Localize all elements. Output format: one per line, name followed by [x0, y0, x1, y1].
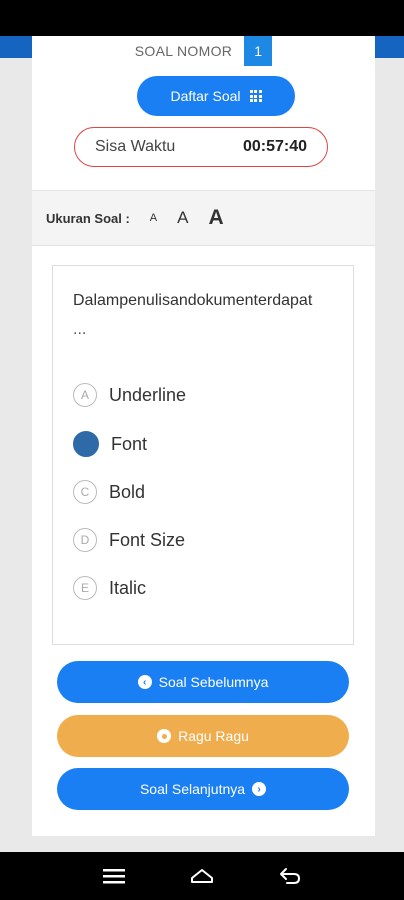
question-box: Dalampenulisandokumenterdapat ... A Unde… — [52, 265, 354, 645]
exam-card: SOAL NOMOR 1 Daftar Soal Sisa Waktu 00:5… — [32, 36, 375, 836]
next-question-label: Soal Selanjutnya — [139, 781, 246, 797]
back-icon[interactable] — [272, 861, 308, 891]
option-d[interactable]: D Font Size — [73, 528, 185, 552]
next-question-button[interactable]: Soal Selanjutnya › — [57, 768, 349, 810]
question-list-label: Daftar Soal — [170, 88, 241, 104]
android-nav-bar — [0, 852, 404, 900]
option-c-text: Bold — [109, 481, 146, 502]
option-d-text: Font Size — [109, 529, 186, 550]
font-size-large-button[interactable]: A — [198, 206, 233, 230]
radio-dot-icon — [157, 729, 172, 743]
previous-question-button[interactable]: ‹ Soal Sebelumnya — [57, 661, 349, 703]
font-size-label: Ukuran Soal : — [46, 210, 130, 226]
font-size-medium-button[interactable]: A — [167, 208, 198, 228]
option-c[interactable]: C Bold — [73, 480, 145, 504]
option-b-radio-selected[interactable] — [73, 431, 99, 457]
chevron-left-icon: ‹ — [137, 675, 152, 689]
question-number-row: SOAL NOMOR 1 — [32, 36, 375, 66]
option-e-radio[interactable]: E — [73, 576, 97, 600]
option-e-text: Italic — [109, 577, 147, 598]
option-a-text: Underline — [109, 384, 187, 405]
question-number-badge: 1 — [244, 36, 273, 66]
remaining-time-value: 00:57:40 — [242, 138, 307, 155]
doubtful-button[interactable]: Ragu Ragu — [57, 715, 349, 757]
option-e[interactable]: E Italic — [73, 576, 146, 600]
chevron-right-icon: › — [252, 782, 267, 796]
option-a-radio[interactable]: A — [73, 383, 97, 407]
question-list-button[interactable]: Daftar Soal — [137, 76, 295, 116]
option-b[interactable]: Font — [73, 431, 147, 457]
previous-question-label: Soal Sebelumnya — [158, 674, 269, 690]
remaining-time-label: Sisa Waktu — [95, 138, 176, 155]
option-d-radio[interactable]: D — [73, 528, 97, 552]
grid-icon — [249, 90, 262, 102]
question-ellipsis: ... — [73, 321, 87, 338]
menu-icon[interactable] — [96, 861, 132, 891]
remaining-time-box: Sisa Waktu 00:57:40 — [74, 127, 328, 167]
font-size-bar: Ukuran Soal : A A A — [32, 190, 375, 246]
doubtful-label: Ragu Ragu — [178, 728, 249, 744]
option-c-radio[interactable]: C — [73, 480, 97, 504]
option-b-text: Font — [111, 433, 148, 454]
question-text: Dalampenulisandokumenterdapat — [73, 292, 313, 309]
home-icon[interactable] — [184, 861, 220, 891]
question-number-label: SOAL NOMOR — [134, 43, 233, 59]
status-bar — [0, 0, 404, 36]
font-size-small-button[interactable]: A — [140, 212, 167, 224]
option-a[interactable]: A Underline — [73, 383, 186, 407]
